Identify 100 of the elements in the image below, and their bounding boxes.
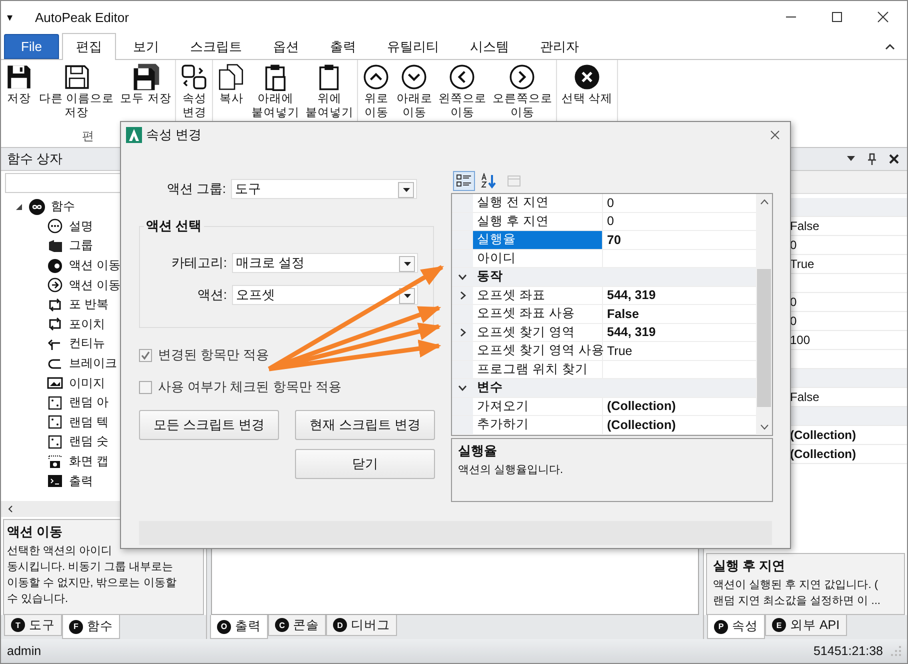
collapse-chevron-icon[interactable] <box>458 274 467 280</box>
property-name[interactable]: 프로그램 위치 찾기 <box>473 360 603 378</box>
ribbon-button[interactable]: 다른 이름으로 저장 <box>37 63 116 120</box>
tree-item[interactable]: 랜덤 아 <box>69 394 108 412</box>
properties-icon <box>180 63 208 91</box>
property-name[interactable]: 오프셋 찾기 영역 사용 <box>473 342 603 360</box>
tree-item[interactable]: 랜덤 텍 <box>69 414 108 431</box>
tree-item[interactable]: 액션 이동 <box>69 276 120 294</box>
property-name[interactable]: 오프셋 찾기 영역 <box>473 324 603 341</box>
tree-item[interactable]: 이미지 <box>69 374 105 392</box>
collapse-ribbon-icon[interactable] <box>885 43 895 51</box>
scroll-down-icon[interactable] <box>760 424 768 430</box>
property-value[interactable]: 544, 319 <box>603 324 756 341</box>
tree-item[interactable]: 컨티뉴 <box>69 335 105 352</box>
ribbon-button[interactable]: 위에 붙여넣기 <box>303 63 356 120</box>
panel-tab[interactable]: C 콘솔 <box>268 615 326 636</box>
property-name[interactable]: 추가하기 <box>473 416 603 434</box>
tree-item[interactable]: 출력 <box>69 472 93 490</box>
close-icon[interactable] <box>877 11 889 23</box>
panel-tab[interactable]: D 디버그 <box>326 615 397 636</box>
tree-item[interactable]: 함수 <box>51 198 75 216</box>
scroll-up-icon[interactable] <box>760 199 768 205</box>
property-value: False <box>790 390 820 404</box>
property-name[interactable]: 실행 전 지연 <box>473 194 603 212</box>
dialog-button[interactable]: 모든 스크립트 변경 <box>139 410 279 440</box>
combo-box[interactable]: 오프셋 <box>232 285 418 305</box>
file-menu-button[interactable]: File <box>4 34 59 59</box>
close-icon[interactable] <box>770 130 780 140</box>
tree-item[interactable]: 화면 캡 <box>69 453 108 470</box>
categorized-view-icon[interactable] <box>453 171 475 191</box>
right-icon <box>508 63 536 91</box>
pin-icon[interactable] <box>867 153 877 165</box>
property-value[interactable]: (Collection) <box>603 398 756 415</box>
tree-item[interactable]: 포이치 <box>69 316 105 333</box>
ribbon-tab[interactable]: 유틸리티 <box>373 34 453 59</box>
save-all-icon <box>132 63 160 91</box>
property-value[interactable]: 0 <box>603 212 756 230</box>
property-value[interactable]: False <box>603 305 756 322</box>
dropdown-arrow-icon[interactable] <box>847 156 855 162</box>
ribbon-button[interactable]: 아래로 이동 <box>394 63 434 120</box>
ribbon-tab[interactable]: 스크립트 <box>176 34 256 59</box>
property-value[interactable]: 70 <box>603 231 756 248</box>
panel-tab[interactable]: O 출력 <box>210 615 268 639</box>
quick-access-menu[interactable]: ▾ <box>7 10 27 24</box>
panel-tab[interactable]: F 함수 <box>62 615 120 639</box>
property-name[interactable]: 아이디 <box>473 250 603 267</box>
dialog-button[interactable]: 현재 스크립트 변경 <box>295 410 435 440</box>
scrollbar-thumb[interactable] <box>757 269 771 407</box>
property-name[interactable]: 가져오기 <box>473 398 603 415</box>
tree-item[interactable]: 포 반복 <box>69 296 108 314</box>
combo-box[interactable]: 도구 <box>231 179 417 199</box>
maximize-icon[interactable] <box>831 11 843 23</box>
tree-item[interactable]: 랜덤 숫 <box>69 433 108 450</box>
ribbon-button[interactable]: 복사 <box>215 63 248 120</box>
tree-item[interactable]: 액션 이동 <box>69 257 120 274</box>
scroll-left-icon[interactable] <box>7 505 15 513</box>
expand-chevron-icon[interactable] <box>460 290 466 300</box>
checkbox[interactable] <box>139 380 152 394</box>
tree-item[interactable]: 설명 <box>69 218 93 235</box>
collapse-chevron-icon[interactable] <box>458 384 467 391</box>
tree-item[interactable]: 브레이크 <box>69 355 117 372</box>
combo-box[interactable]: 매크로 설정 <box>232 253 418 273</box>
ribbon-tab[interactable]: 편집 <box>62 33 116 60</box>
resize-grip-icon[interactable] <box>891 646 901 656</box>
ribbon-button[interactable]: 왼쪽으로 이동 <box>436 63 488 120</box>
property-value: (Collection) <box>790 447 856 461</box>
ribbon-button[interactable]: 저장 <box>3 63 35 120</box>
property-name[interactable]: 오프셋 좌표 사용 <box>473 305 603 322</box>
panel-tab[interactable]: P 속성 <box>707 615 765 639</box>
property-value[interactable]: True <box>603 342 756 360</box>
close-icon[interactable] <box>889 154 899 164</box>
property-name[interactable]: 실행 후 지연 <box>473 212 603 230</box>
category-label[interactable]: 변수 <box>473 379 503 396</box>
ribbon-button[interactable]: 선택 삭제 <box>559 63 615 106</box>
property-value[interactable]: 544, 319 <box>603 286 756 304</box>
category-label[interactable]: 동작 <box>473 268 503 286</box>
goto-icon <box>47 258 63 274</box>
ribbon-button[interactable]: 속성 변경 <box>178 63 210 120</box>
ribbon-button[interactable]: 모두 저장 <box>118 63 174 120</box>
property-value[interactable]: 0 <box>603 194 756 212</box>
expand-triangle-icon[interactable] <box>15 202 23 211</box>
ribbon-button[interactable]: 아래에 붙여넣기 <box>249 63 302 120</box>
property-value[interactable]: (Collection) <box>603 416 756 434</box>
tree-item[interactable]: 그룹 <box>69 237 93 254</box>
panel-tab[interactable]: E 외부 API <box>765 615 847 636</box>
ribbon-tab[interactable]: 시스템 <box>456 34 523 59</box>
panel-tab[interactable]: T 도구 <box>4 615 62 636</box>
ribbon-tab[interactable]: 옵션 <box>259 34 313 59</box>
ribbon-tab[interactable]: 출력 <box>316 34 370 59</box>
property-name[interactable]: 실행율 <box>473 231 603 248</box>
ribbon-tab[interactable]: 관리자 <box>526 34 593 59</box>
ribbon-button[interactable]: 오른쪽으로 이동 <box>490 63 554 120</box>
ribbon-button[interactable]: 위로 이동 <box>360 63 392 120</box>
group-icon <box>47 238 63 254</box>
dialog-button[interactable]: 닫기 <box>295 449 435 479</box>
ribbon-tab[interactable]: 보기 <box>119 34 173 59</box>
checkbox[interactable] <box>139 348 152 362</box>
random-icon <box>47 434 63 450</box>
expand-chevron-icon[interactable] <box>460 328 466 337</box>
property-name[interactable]: 오프셋 좌표 <box>473 286 603 304</box>
